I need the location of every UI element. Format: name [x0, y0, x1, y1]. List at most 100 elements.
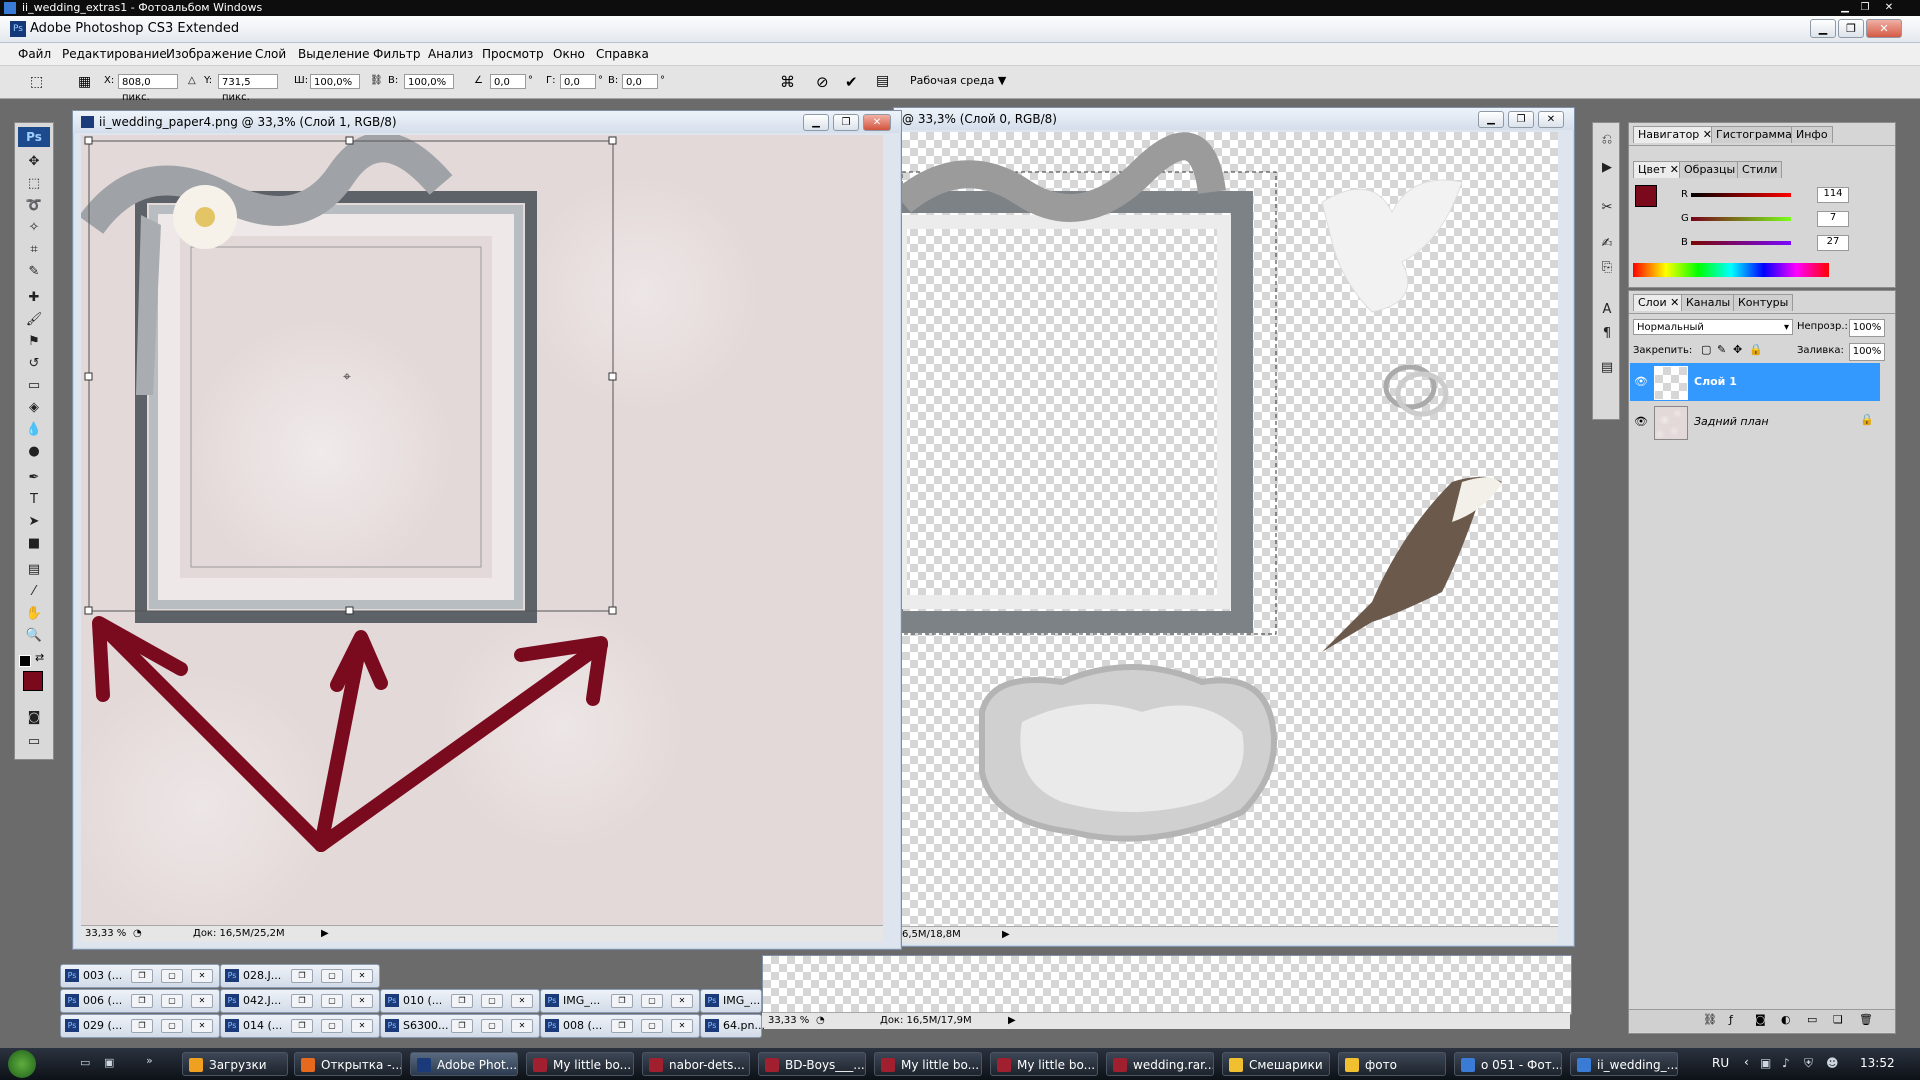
- maximize-icon[interactable]: ▢: [481, 1019, 503, 1033]
- menu-image[interactable]: Изображение: [166, 47, 252, 61]
- document-2-titlebar[interactable]: @ 33,3% (Слой 0, RGB/8) ▁ ❐ ✕: [894, 108, 1574, 130]
- status-menu-arrow-icon-1[interactable]: ▶: [321, 926, 329, 942]
- new-group-icon[interactable]: ▭: [1807, 1013, 1817, 1026]
- g-field[interactable]: 7: [1817, 211, 1849, 227]
- marquee-tool-icon[interactable]: ⬚: [23, 175, 45, 193]
- crop-tool-icon[interactable]: ⌗: [23, 241, 45, 259]
- menu-layer[interactable]: Слой: [255, 47, 286, 61]
- taskbar-item[interactable]: nabor-dets...: [642, 1052, 750, 1076]
- b-slider[interactable]: [1691, 241, 1791, 245]
- hskew-field[interactable]: 0,0: [560, 74, 596, 89]
- restore-icon[interactable]: ❐: [131, 969, 153, 983]
- quick-mask-icon[interactable]: ◙: [23, 709, 45, 727]
- lock-position-icon[interactable]: ✥: [1733, 343, 1742, 356]
- layer-mask-icon[interactable]: ◙: [1755, 1013, 1766, 1026]
- ps-restore-button[interactable]: ❐: [1838, 19, 1864, 38]
- layer-row[interactable]: 👁 Задний план 🔒: [1630, 403, 1880, 441]
- language-indicator[interactable]: RU: [1712, 1056, 1729, 1070]
- close-icon[interactable]: ✕: [351, 994, 373, 1008]
- maximize-icon[interactable]: ▢: [321, 969, 343, 983]
- menu-edit[interactable]: Редактирование: [62, 47, 167, 61]
- maximize-icon[interactable]: ▢: [161, 969, 183, 983]
- y-field[interactable]: 731,5 пикс.: [218, 74, 278, 103]
- default-colors-icon[interactable]: [19, 655, 31, 667]
- menu-file[interactable]: Файл: [18, 47, 51, 61]
- restore-icon[interactable]: ❐: [291, 969, 313, 983]
- warp-icon[interactable]: ⌘: [780, 73, 795, 91]
- eyedropper-tool-icon[interactable]: ⁄: [23, 583, 45, 601]
- maximize-icon[interactable]: ▢: [641, 1019, 663, 1033]
- minimized-doc[interactable]: Ps 010 (... ❐ ▢ ✕: [380, 989, 540, 1013]
- close-icon[interactable]: ✕: [1880, 1, 1898, 14]
- document-3-zoom[interactable]: 33,33 %: [768, 1013, 809, 1029]
- tray-arrow-icon[interactable]: ‹: [1744, 1055, 1749, 1069]
- eye-icon[interactable]: 👁: [1634, 415, 1648, 428]
- foreground-color-swatch[interactable]: [23, 671, 43, 691]
- taskbar-item[interactable]: My little bo...: [990, 1052, 1098, 1076]
- swap-colors-icon[interactable]: ⇄: [35, 651, 44, 664]
- tab-styles[interactable]: Стили: [1737, 161, 1783, 178]
- workspace-menu[interactable]: Рабочая среда ▼: [910, 74, 1006, 87]
- close-icon[interactable]: ✕: [671, 994, 693, 1008]
- doc2-close-button[interactable]: ✕: [1538, 111, 1564, 128]
- doc1-maximize-button[interactable]: ❐: [833, 114, 859, 131]
- taskbar-item[interactable]: Открытка -...: [294, 1052, 402, 1076]
- taskbar-item[interactable]: фото: [1338, 1052, 1446, 1076]
- document-1-status-icon[interactable]: ◔: [133, 926, 142, 942]
- document-1-titlebar[interactable]: ii_wedding_paper4.png @ 33,3% (Слой 1, R…: [73, 111, 901, 133]
- taskbar-item[interactable]: Смешарики: [1222, 1052, 1330, 1076]
- tab-layers[interactable]: Слои ✕: [1633, 294, 1685, 311]
- eraser-tool-icon[interactable]: ▭: [23, 377, 45, 395]
- new-layer-icon[interactable]: ❏: [1833, 1013, 1843, 1026]
- link-icon[interactable]: ⛓: [370, 75, 383, 86]
- lock-all-icon[interactable]: 🔒: [1749, 343, 1763, 356]
- ps-minimize-button[interactable]: ▁: [1810, 19, 1836, 38]
- history-brush-tool-icon[interactable]: ↺: [23, 355, 45, 373]
- pen-tool-icon[interactable]: ✒: [23, 469, 45, 487]
- close-icon[interactable]: ✕: [511, 994, 533, 1008]
- layer-comps-icon[interactable]: ▤: [1596, 359, 1618, 377]
- security-icon[interactable]: ⛨: [1804, 1056, 1813, 1071]
- taskbar-item[interactable]: о 051 - Фот...: [1454, 1052, 1562, 1076]
- clock[interactable]: 13:52: [1860, 1056, 1895, 1070]
- quicklaunch-more-icon[interactable]: »: [146, 1054, 153, 1067]
- menu-select[interactable]: Выделение: [298, 47, 369, 61]
- network-icon[interactable]: ▣: [1760, 1056, 1771, 1070]
- minimized-doc[interactable]: Ps 014 (... ❐ ▢ ✕: [220, 1014, 380, 1038]
- tab-info[interactable]: Инфо: [1791, 126, 1833, 143]
- hand-tool-icon[interactable]: ✋: [23, 605, 45, 623]
- menu-filter[interactable]: Фильтр: [373, 47, 420, 61]
- reference-point-icon[interactable]: ▦: [78, 74, 91, 90]
- lock-transparency-icon[interactable]: ▢: [1701, 343, 1711, 356]
- restore-icon[interactable]: ❐: [611, 1019, 633, 1033]
- menu-view[interactable]: Просмотр: [482, 47, 544, 61]
- doc1-close-button[interactable]: ✕: [863, 114, 891, 131]
- type-tool-icon[interactable]: T: [23, 491, 45, 509]
- restore-icon[interactable]: ❐: [611, 994, 633, 1008]
- maximize-icon[interactable]: ▢: [321, 994, 343, 1008]
- zoom-tool-icon[interactable]: 🔍: [23, 627, 45, 645]
- b-field[interactable]: 27: [1817, 235, 1849, 251]
- r-field[interactable]: 114: [1817, 187, 1849, 203]
- tab-navigator[interactable]: Навигатор ✕: [1633, 126, 1718, 143]
- opacity-field[interactable]: 100%: [1849, 319, 1885, 337]
- path-select-tool-icon[interactable]: ➤: [23, 513, 45, 531]
- document-window-1[interactable]: ii_wedding_paper4.png @ 33,3% (Слой 1, R…: [72, 110, 902, 950]
- magic-wand-tool-icon[interactable]: ✧: [23, 219, 45, 237]
- minimized-doc[interactable]: Ps IMG_... ❐ ▢ ✕: [540, 989, 700, 1013]
- screen-mode-icon[interactable]: ▭: [23, 733, 45, 751]
- close-icon[interactable]: ✕: [511, 1019, 533, 1033]
- minimized-doc[interactable]: Ps 008 (... ❐ ▢ ✕: [540, 1014, 700, 1038]
- stamp-tool-icon[interactable]: ⚑: [23, 333, 45, 351]
- switch-windows-icon[interactable]: ▣: [104, 1056, 114, 1069]
- menu-analysis[interactable]: Анализ: [428, 47, 473, 61]
- healing-brush-tool-icon[interactable]: ✚: [23, 289, 45, 307]
- shape-tool-icon[interactable]: ■: [23, 535, 45, 553]
- document-1-zoom[interactable]: 33,33 %: [85, 926, 126, 942]
- delta-icon[interactable]: △: [188, 75, 196, 86]
- document-window-2[interactable]: @ 33,3% (Слой 0, RGB/8) ▁ ❐ ✕ 6,5M/18,8M…: [893, 107, 1575, 947]
- cancel-transform-icon[interactable]: ⊘: [816, 73, 829, 91]
- messenger-icon[interactable]: ☻: [1826, 1056, 1839, 1070]
- paragraph-panel-icon[interactable]: ¶: [1596, 325, 1618, 343]
- angle-field[interactable]: 0,0: [490, 74, 526, 89]
